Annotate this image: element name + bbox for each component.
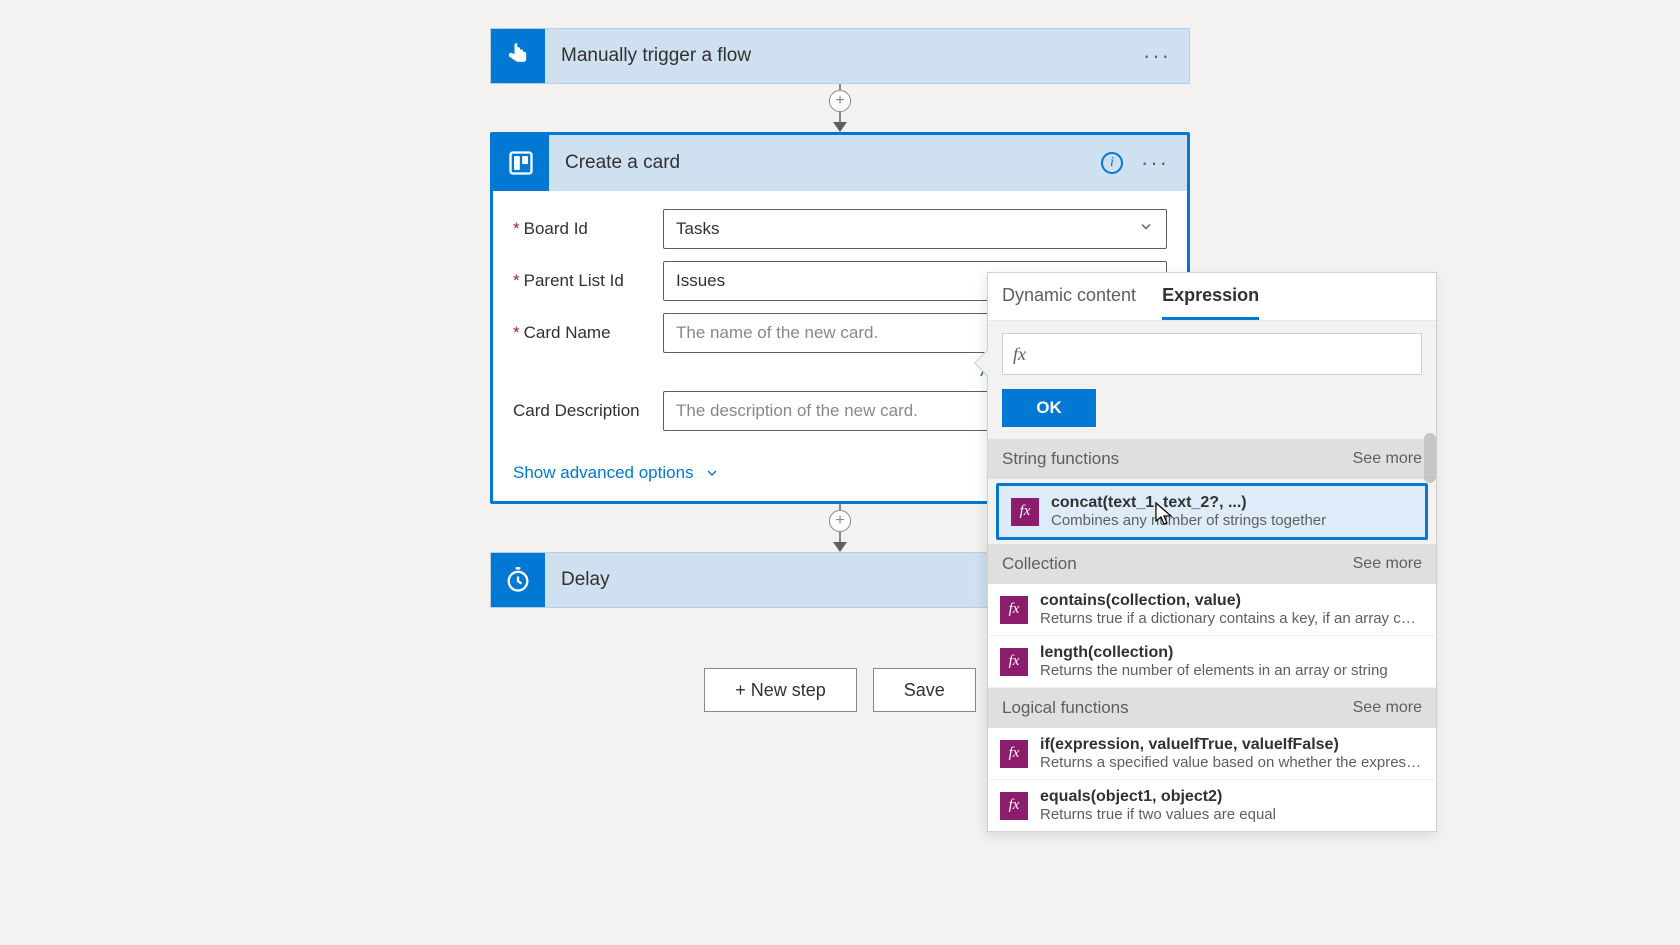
fn-section-header: Collection See more — [988, 544, 1436, 584]
fn-section-header: Logical functions See more — [988, 688, 1436, 728]
tab-dynamic-content[interactable]: Dynamic content — [1002, 273, 1136, 320]
fn-section-title: Logical functions — [1002, 698, 1129, 718]
add-step-icon[interactable]: + — [829, 510, 851, 532]
fn-section-header: String functions See more — [988, 439, 1436, 479]
fx-icon: fx — [1000, 648, 1028, 676]
fx-icon: fx — [1000, 740, 1028, 768]
fn-description: Combines any number of strings together — [1051, 512, 1413, 529]
fn-item[interactable]: fx if(expression, valueIfTrue, valueIfFal… — [988, 728, 1436, 780]
fn-signature: length(collection) — [1040, 644, 1424, 662]
fn-item[interactable]: fx concat(text_1, text_2?, ...)Combines a… — [996, 483, 1428, 540]
trigger-more-icon[interactable]: ··· — [1143, 45, 1171, 67]
scrollbar[interactable] — [1424, 439, 1436, 483]
fx-icon: fx — [1000, 792, 1028, 820]
fn-section-title: Collection — [1002, 554, 1077, 574]
create-card-header[interactable]: Create a card i ··· — [493, 135, 1187, 191]
fn-item[interactable]: fx length(collection)Returns the number o… — [988, 636, 1436, 688]
fn-signature: contains(collection, value) — [1040, 592, 1424, 610]
info-icon[interactable]: i — [1101, 152, 1123, 174]
fn-description: Returns true if a dictionary contains a … — [1040, 610, 1424, 627]
create-card-title: Create a card — [549, 152, 680, 174]
create-card-more-icon[interactable]: ··· — [1141, 152, 1169, 174]
trello-icon — [493, 135, 549, 191]
delay-icon — [491, 553, 545, 607]
fn-signature: if(expression, valueIfTrue, valueIfFalse… — [1040, 736, 1424, 754]
fn-section-title: String functions — [1002, 449, 1119, 469]
chevron-down-icon — [1138, 219, 1154, 240]
fn-signature: concat(text_1, text_2?, ...) — [1051, 494, 1413, 512]
see-more-link[interactable]: See more — [1353, 450, 1422, 468]
expression-input[interactable]: fx — [1002, 333, 1422, 375]
delay-title: Delay — [545, 569, 610, 591]
trigger-step[interactable]: Manually trigger a flow ··· — [490, 28, 1190, 84]
board-id-label: *Board Id — [513, 219, 663, 239]
fn-description: Returns a specified value based on wheth… — [1040, 754, 1424, 771]
new-step-button[interactable]: + New step — [704, 668, 857, 712]
card-description-label: Card Description — [513, 401, 663, 421]
fn-signature: equals(object1, object2) — [1040, 788, 1424, 806]
add-step-icon[interactable]: + — [829, 90, 851, 112]
tab-expression[interactable]: Expression — [1162, 273, 1259, 320]
board-id-select[interactable]: Tasks — [663, 209, 1167, 249]
chevron-down-icon — [704, 465, 720, 481]
see-more-link[interactable]: See more — [1353, 555, 1422, 573]
see-more-link[interactable]: See more — [1353, 699, 1422, 717]
trigger-title: Manually trigger a flow — [545, 45, 751, 67]
card-name-label: *Card Name — [513, 323, 663, 343]
connector: + — [825, 504, 855, 552]
parent-list-id-label: *Parent List Id — [513, 271, 663, 291]
fx-icon: fx — [1000, 596, 1028, 624]
save-button[interactable]: Save — [873, 668, 976, 712]
connector: + — [825, 84, 855, 132]
manual-trigger-icon — [491, 29, 545, 83]
fn-item[interactable]: fx contains(collection, value)Returns tru… — [988, 584, 1436, 636]
expression-panel: Dynamic content Expression fx OK String … — [987, 272, 1437, 832]
fn-description: Returns true if two values are equal — [1040, 806, 1424, 823]
fn-description: Returns the number of elements in an arr… — [1040, 662, 1424, 679]
fn-item[interactable]: fx equals(object1, object2)Returns true i… — [988, 780, 1436, 831]
fx-icon: fx — [1011, 498, 1039, 526]
function-list[interactable]: String functions See more fx concat(text_1,… — [988, 439, 1436, 831]
ok-button[interactable]: OK — [1002, 389, 1096, 427]
